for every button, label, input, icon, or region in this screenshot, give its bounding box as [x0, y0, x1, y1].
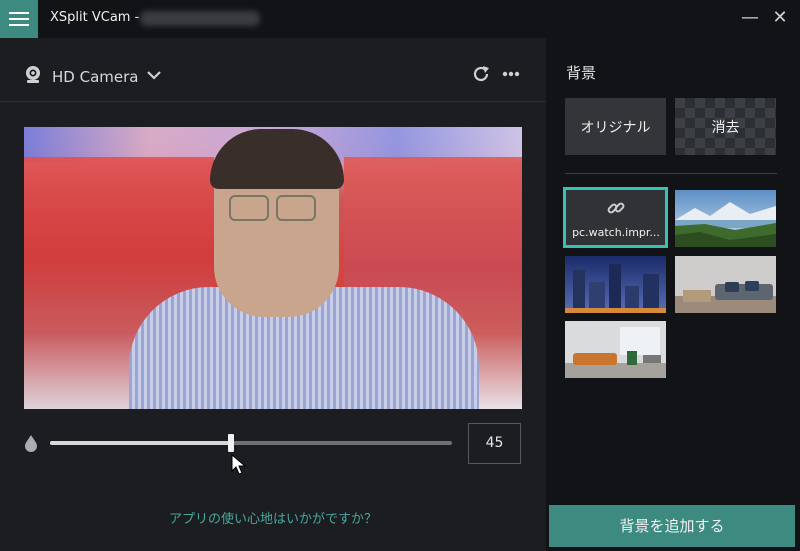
title-bar: XSplit VCam - — ✕: [0, 0, 800, 38]
blur-droplet-icon: [25, 435, 37, 452]
mouse-cursor-icon: [231, 454, 247, 475]
blur-slider-fill: [50, 441, 231, 445]
link-background-tile[interactable]: pc.watch.impr...: [563, 187, 668, 248]
app-title: XSplit VCam -: [50, 10, 140, 25]
chevron-down-icon[interactable]: [146, 67, 162, 83]
feedback-link[interactable]: アプリの使い心地はいかがですか？: [0, 508, 546, 527]
camera-select[interactable]: HD Camera: [52, 68, 138, 86]
living-room-sofa-image: [675, 256, 776, 313]
preview-panel: HD Camera 45 アプリの使い心地はいかがですか？: [0, 38, 546, 551]
living-room-bright-image: [565, 321, 666, 378]
original-label: オリジナル: [580, 119, 651, 136]
hamburger-line: [9, 18, 29, 20]
background-thumb-city[interactable]: [565, 256, 666, 313]
refresh-icon[interactable]: [472, 65, 490, 83]
camera-preview: [24, 127, 522, 409]
divider: [565, 173, 777, 174]
webcam-icon[interactable]: [24, 65, 42, 83]
hamburger-line: [9, 24, 29, 26]
camera-toolbar: HD Camera: [0, 38, 546, 102]
blur-slider[interactable]: [50, 434, 452, 452]
remove-background-button[interactable]: 消去: [675, 98, 776, 155]
background-heading: 背景: [566, 64, 597, 82]
add-background-button[interactable]: 背景を追加する: [549, 505, 795, 547]
mountain-lake-image: [675, 190, 776, 247]
background-thumb-living-room[interactable]: [675, 256, 776, 313]
glasses-lens: [229, 195, 269, 221]
link-icon: [607, 202, 625, 214]
hamburger-menu-button[interactable]: [0, 0, 38, 38]
more-icon[interactable]: [502, 71, 520, 77]
background-thumb-room-bright[interactable]: [565, 321, 666, 378]
glasses-lens: [276, 195, 316, 221]
background-thumb-mountain[interactable]: [675, 190, 776, 247]
city-night-image: [565, 256, 666, 313]
remove-label: 消去: [711, 119, 740, 136]
blurred-title-text: [140, 11, 260, 26]
minimize-button[interactable]: —: [738, 6, 762, 30]
blur-value-field[interactable]: 45: [468, 423, 521, 464]
blur-slider-thumb[interactable]: [227, 434, 234, 452]
original-background-button[interactable]: オリジナル: [565, 98, 666, 155]
background-panel: 背景 オリジナル 消去 pc.watch.impr... 背景を追加する: [546, 38, 800, 551]
close-button[interactable]: ✕: [768, 6, 792, 30]
hamburger-line: [9, 12, 29, 14]
link-tile-label: pc.watch.impr...: [572, 226, 660, 239]
